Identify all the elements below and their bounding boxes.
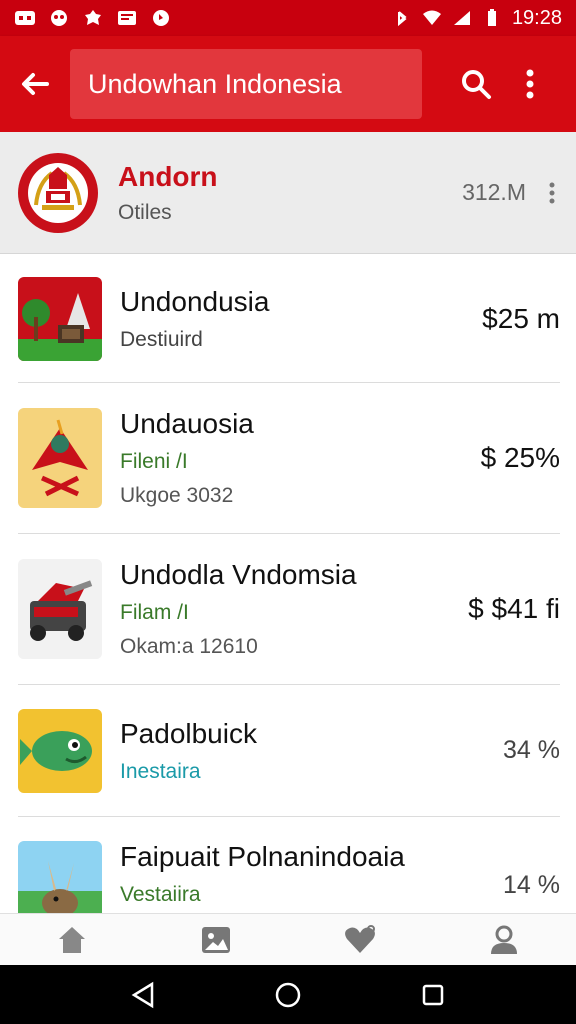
search-input[interactable]: Undowhan Indonesia (70, 49, 422, 119)
item-thumbnail (18, 708, 102, 793)
back-arrow-icon (22, 73, 49, 95)
search-text: Undowhan Indonesia (88, 68, 342, 99)
status-time: 19:28 (511, 6, 562, 29)
profile-icon (491, 925, 517, 954)
item-title: Padolbuick (120, 717, 257, 749)
list-item[interactable]: Undondusia Destiuird $25 m (0, 255, 576, 382)
system-recents-button[interactable] (418, 980, 448, 1010)
nav-favorites[interactable] (288, 914, 432, 965)
item-title: Undauosia (120, 408, 254, 439)
nav-gallery[interactable] (144, 914, 288, 965)
nav-home[interactable] (0, 914, 144, 965)
system-back-button[interactable] (128, 980, 158, 1010)
featured-item[interactable]: Andorn Otiles 312.M (0, 132, 576, 254)
item-price: $25 m (482, 302, 560, 334)
app-bar: Undowhan Indonesia (0, 36, 576, 132)
item-price: 34 % (503, 736, 560, 764)
message-icon (116, 9, 138, 27)
bottom-navigation (0, 913, 576, 965)
notification-icon (14, 9, 36, 27)
featured-more-button[interactable] (542, 178, 562, 208)
back-triangle-icon (131, 981, 153, 1008)
app-list: Undondusia Destiuird $25 m Undauosia Fil… (0, 255, 576, 913)
item-thumbnail (18, 841, 102, 913)
item-title: Faipuait Polnanindoaia (120, 841, 405, 872)
item-meta: Okam:a 12610 (120, 635, 258, 658)
item-title: Undodla Vndomsia (120, 559, 357, 590)
item-thumbnail (18, 276, 102, 361)
favorite-icon (345, 924, 375, 953)
more-vert-icon (549, 182, 555, 203)
item-text: Undodla Vndomsia Filam /I Okam:a 12610 (120, 559, 468, 659)
item-text: Undauosia Fileni /I Ukgoe 3032 (120, 408, 481, 508)
list-item[interactable]: Padolbuick Inestaira 34 % (0, 685, 576, 816)
item-subtitle: Fileni /I (120, 450, 188, 473)
app-icon (48, 9, 70, 27)
item-text: Padolbuick Inestaira (120, 718, 503, 784)
item-thumbnail (18, 559, 102, 659)
item-title: Undondusia (120, 285, 270, 317)
system-navigation-bar (0, 965, 576, 1024)
list-item[interactable]: Undodla Vndomsia Filam /I Okam:a 12610 $… (0, 534, 576, 684)
home-circle-icon (275, 982, 301, 1007)
item-subtitle: Vestaiira (120, 883, 201, 906)
search-icon (462, 70, 491, 99)
overflow-menu-button[interactable] (510, 36, 550, 132)
item-subtitle: Destiuird (120, 327, 203, 351)
featured-text: Andorn Otiles (118, 161, 462, 225)
more-vert-icon (526, 69, 534, 99)
bluetooth-icon (397, 11, 407, 27)
wifi-icon (422, 10, 441, 25)
item-price: $ $41 fi (468, 593, 560, 624)
back-button[interactable] (0, 36, 70, 132)
status-right: 19:28 (392, 7, 562, 30)
item-price: 14 % (503, 871, 560, 899)
signal-icon (453, 11, 470, 25)
media-icon (150, 9, 172, 27)
divider (18, 816, 560, 817)
settings-icon (82, 9, 104, 27)
nav-profile[interactable] (432, 914, 576, 965)
item-subtitle: Filam /I (120, 601, 189, 624)
featured-size: 312.M (462, 179, 526, 205)
status-left-icons (14, 9, 172, 27)
battery-icon (487, 9, 496, 26)
emblem-logo (18, 152, 98, 233)
item-subtitle: Inestaira (120, 759, 201, 783)
list-item[interactable]: Faipuait Polnanindoaia Vestaiira 14 % (0, 825, 576, 913)
featured-title: Andorn (118, 160, 218, 192)
system-home-button[interactable] (273, 980, 303, 1010)
item-text: Undondusia Destiuird (120, 286, 482, 352)
list-item[interactable]: Undauosia Fileni /I Ukgoe 3032 $ 25% (0, 383, 576, 533)
home-icon (59, 926, 85, 953)
recents-square-icon (423, 984, 444, 1005)
status-bar: 19:28 (0, 0, 576, 36)
item-meta: Ukgoe 3032 (120, 484, 234, 507)
item-thumbnail (18, 408, 102, 508)
item-text: Faipuait Polnanindoaia Vestaiira (120, 841, 503, 907)
featured-subtitle: Otiles (118, 200, 172, 224)
item-price: $ 25% (480, 442, 560, 473)
gallery-icon (202, 926, 230, 953)
search-button[interactable] (442, 36, 510, 132)
